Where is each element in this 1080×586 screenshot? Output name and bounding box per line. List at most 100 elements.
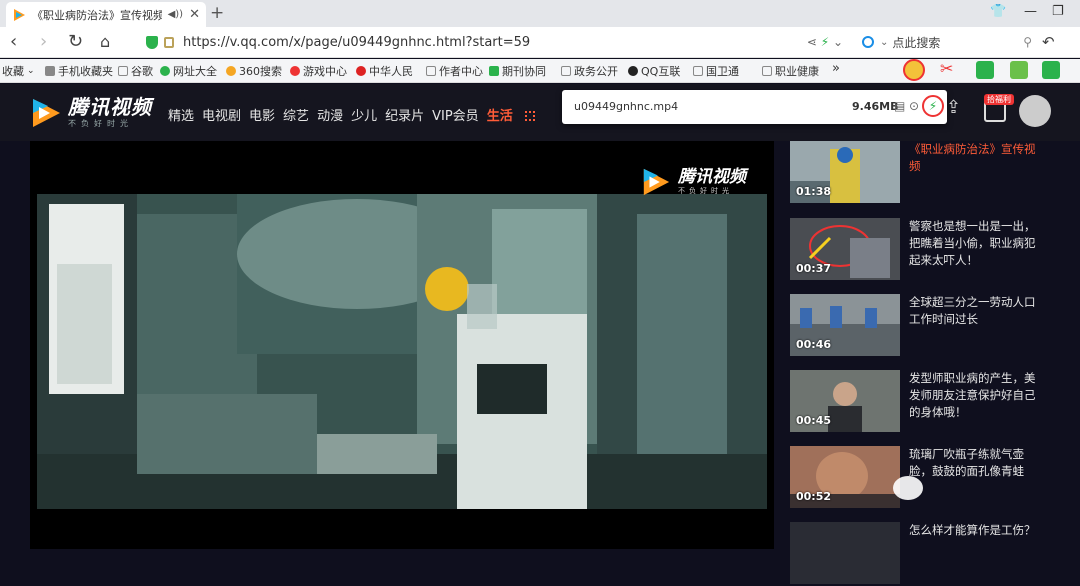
url-field[interactable]: https://v.qq.com/x/page/u09449gnhnc.html… [146,30,851,54]
shirt-icon[interactable]: 👕 [990,4,1006,19]
page-icon [693,66,703,76]
extension-icon[interactable] [976,61,994,79]
playlist-title[interactable]: 琉璃厂吹瓶子练就气壶脸，鼓鼓的面孔像青蛙 [909,446,1037,480]
video-frame[interactable] [37,194,767,509]
playlist-title[interactable]: 警察也是想一出是一出，把瞧着当小偷，职业病犯起来太吓人！ [909,218,1037,269]
restore-button[interactable]: ❐ [1052,4,1064,19]
search-icon[interactable]: ⚲ [1023,35,1032,49]
playlist-thumbnail[interactable] [790,522,900,584]
playlist-title[interactable]: 怎么样才能算作是工伤？ [909,522,1037,539]
upload-icon[interactable]: ⇪ [946,97,961,118]
duration-label: 00:45 [796,414,832,427]
watermark-logo-icon [643,168,670,196]
close-tab-icon[interactable]: ✕ [189,7,200,22]
playlist-thumbnail[interactable]: 01:38 [790,141,900,203]
video-watermark: 腾讯视频 不负好时光 [640,167,746,197]
share-icon[interactable]: ⋖ ⚡ ⌄ [807,35,843,49]
bookmark-item[interactable]: 手机收藏夹 [45,63,113,79]
duration-label: 00:52 [796,490,832,503]
back-button[interactable]: ‹ [10,31,17,53]
undo-icon[interactable]: ↶ [1042,31,1055,53]
bookmark-item[interactable]: 游戏中心 [290,63,347,79]
playlist-title[interactable]: 发型师职业病的产生，美发师朋友注意保护好自己的身体哦！ [909,370,1037,421]
bookmarks-more-button[interactable]: » [832,61,840,76]
nav-item[interactable]: 纪录片 [385,105,424,124]
site-logo[interactable]: 腾讯视频 不负好时光 [30,96,152,129]
bookmark-item[interactable]: 国卫通 [693,63,739,79]
coin-icon[interactable] [1010,61,1028,79]
nav-item[interactable]: 电视剧 [202,105,241,124]
minimize-button[interactable]: — [1024,4,1037,19]
emblem-icon [356,66,366,76]
folder-icon [45,66,55,76]
url-text: https://v.qq.com/x/page/u09449gnhnc.html… [183,34,531,50]
nav-item[interactable]: VIP会员 [432,105,479,124]
bookmark-item[interactable]: 职业健康 [762,63,819,79]
page-icon [426,66,436,76]
bookmark-item[interactable]: QQ互联 [628,63,680,79]
nav-item[interactable]: 精选 [168,105,194,124]
chevron-down-icon: ⌄ [880,36,889,48]
address-bar: ‹ › ↻ ⌂ https://v.qq.com/x/page/u09449gn… [0,27,1080,58]
wechat-icon [893,476,923,500]
playlist-item[interactable]: 01:38 《职业病防治法》宣传视频 [790,141,1080,205]
bookmark-item[interactable]: 期刊协同 [489,63,546,79]
duration-label: 01:38 [796,185,832,198]
new-tab-button[interactable]: + [210,3,224,23]
duration-label: 00:37 [796,262,832,275]
playlist-thumbnail[interactable]: 00:52 [790,446,900,508]
globe-icon [160,66,170,76]
journal-icon [489,66,499,76]
game-icon [290,66,300,76]
nav-item-hot[interactable]: 生活 [487,105,543,124]
search-placeholder: 点此搜索 [892,35,941,50]
bookmark-item[interactable]: 政务公开 [561,63,618,79]
search-input[interactable]: ⌄ 点此搜索 ⚲ [862,30,1032,54]
download-size: 9.46MB [852,100,899,113]
download-filename: u09449gnhnc.mp4 [574,100,679,113]
watermark-sub: 不负好时光 [678,187,733,195]
nav-item[interactable]: 少儿 [351,105,377,124]
playlist-item[interactable]: 00:52 琉璃厂吹瓶子练就气壶脸，鼓鼓的面孔像青蛙 [790,446,1080,510]
nav-item[interactable]: 电影 [249,105,275,124]
playlist-thumbnail[interactable]: 00:37 [790,218,900,280]
grid-icon [524,111,535,121]
logo-text: 腾讯视频 [68,95,152,119]
refresh-button[interactable]: ↻ [68,31,83,53]
browser-tab[interactable]: 《职业病防治法》宣传视频 ◀)) ✕ [6,2,206,27]
playlist-thumbnail[interactable]: 00:46 [790,294,900,356]
copy-icon[interactable]: ▤ [894,99,905,113]
shield-icon [146,35,158,49]
play-icon[interactable]: ⊙ [909,99,919,113]
bookmark-item[interactable]: 收藏 ⌄ [2,63,35,79]
page-icon [561,66,571,76]
qq-icon [628,66,638,76]
bookmark-item[interactable]: 360搜索 [226,63,282,79]
page-icon [762,66,772,76]
playlist-item[interactable]: 00:45 发型师职业病的产生，美发师朋友注意保护好自己的身体哦！ [790,370,1080,434]
avatar[interactable] [1019,95,1051,127]
nav-item[interactable]: 动漫 [317,105,343,124]
welfare-badge: 拾福利 [984,94,1014,105]
sound-icon[interactable]: ◀)) [168,9,184,20]
360-icon [226,66,236,76]
home-button[interactable]: ⌂ [100,31,110,53]
forward-button[interactable]: › [40,31,47,53]
gamepad-icon[interactable] [1042,61,1060,79]
playlist-item[interactable]: 00:46 全球超三分之一劳动人口工作时间过长 [790,294,1080,358]
bookmark-item[interactable]: 中华人民 [356,63,413,79]
duration-label: 00:46 [796,338,832,351]
playlist-title[interactable]: 全球超三分之一劳动人口工作时间过长 [909,294,1037,328]
playlist-title[interactable]: 《职业病防治法》宣传视频 [909,141,1037,175]
scissors-icon[interactable]: ✂ [940,59,958,78]
playlist-item[interactable]: 00:37 警察也是想一出是一出，把瞧着当小偷，职业病犯起来太吓人！ [790,218,1080,282]
playlist-thumbnail[interactable]: 00:45 [790,370,900,432]
video-player[interactable]: 腾讯视频 不负好时光 [30,141,774,549]
nav-item[interactable]: 综艺 [283,105,309,124]
bookmark-item[interactable]: 网址大全 [160,63,217,79]
download-extension-icon[interactable] [903,59,925,81]
bookmark-item[interactable]: 谷歌 [118,63,153,79]
bookmark-item[interactable]: 作者中心 [426,63,483,79]
playlist-item[interactable]: 怎么样才能算作是工伤？ [790,522,1080,586]
download-button[interactable]: ⚡ [922,95,944,117]
